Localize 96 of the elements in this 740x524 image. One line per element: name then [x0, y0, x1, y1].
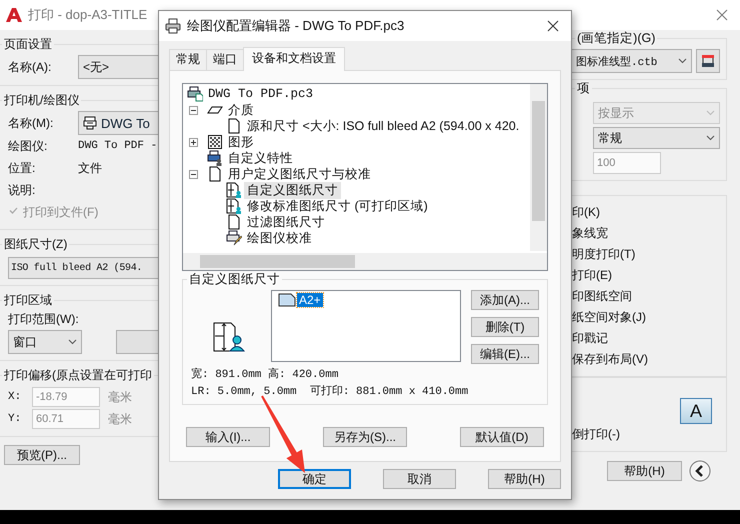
tree-item[interactable]: 源和尺寸 <大小: ISO full bleed A2 (594.00 x 420. — [244, 118, 522, 134]
tab[interactable]: 常规 — [169, 49, 207, 70]
app-logo-icon — [6, 7, 22, 23]
caret-icon — [678, 58, 687, 64]
paper-size-dropdown[interactable]: ISO full bleed A2 (594. — [8, 257, 158, 279]
field-label: X: — [8, 391, 22, 403]
dialog-button[interactable]: 确定 — [278, 469, 351, 489]
group-title: 项 — [576, 80, 591, 97]
option-label: 印戳记 — [572, 330, 609, 347]
quality-dropdown[interactable]: 常规 — [593, 127, 720, 149]
page-icon — [278, 293, 296, 307]
printer-dropdown[interactable]: DWG To — [78, 111, 158, 135]
dialog-title: 绘图仪配置编辑器 - DWG To PDF.pc3 — [187, 17, 404, 35]
group-title: (画笔指定)(G) — [576, 30, 656, 47]
checkbox-label: 打印到文件(F) — [23, 204, 98, 220]
field-label: 名称(M): — [8, 114, 54, 132]
expand-toggle[interactable] — [189, 138, 198, 146]
tree-item[interactable]: 自定义图纸尺寸 — [244, 182, 341, 198]
portrait-page-icon: A — [680, 398, 712, 424]
option-label: 明度打印(T) — [572, 246, 636, 263]
preview-button[interactable]: 预览(P)... — [4, 445, 80, 465]
printer-name: DWG To — [101, 116, 150, 130]
printer-icon — [207, 150, 223, 166]
field-label: 说明: — [8, 182, 36, 198]
tab[interactable]: 设备和文档设置 — [243, 47, 345, 71]
close-icon[interactable] — [547, 20, 559, 32]
page-icon — [207, 166, 223, 182]
field-label: 位置: — [8, 160, 36, 176]
group-title: 打印偏移(原点设置在可打印 — [3, 367, 153, 384]
vertical-scrollbar[interactable] — [530, 84, 547, 251]
dropdown-value: 窗口 — [13, 334, 37, 350]
printer-pencil-icon — [226, 230, 242, 246]
paper-dimensions: 宽: 891.0mm 高: 420.0mm — [191, 366, 340, 381]
printer-icon — [165, 18, 181, 34]
page-icon — [226, 118, 242, 134]
tree-item[interactable]: 修改标准图纸尺寸 (可打印区域) — [244, 198, 431, 214]
collapse-toggle[interactable] — [189, 170, 198, 178]
list-item[interactable]: A2+ — [297, 293, 323, 307]
plot-area-dropdown[interactable]: 窗口 — [8, 330, 82, 354]
group-title: 打印区域 — [3, 292, 53, 309]
printer-icon — [187, 86, 203, 102]
caret-icon — [68, 339, 77, 345]
window-title: 打印 - dop-A3-TITLE — [28, 6, 148, 24]
action-button[interactable]: 删除(T) — [471, 317, 539, 337]
printer-icon — [83, 116, 97, 130]
tree-item[interactable]: DWG To PDF.pc3 — [205, 87, 316, 101]
edit-plot-style-button[interactable] — [696, 49, 720, 73]
collapse-toggle[interactable] — [189, 106, 198, 114]
file-button[interactable]: 另存为(S)... — [323, 427, 407, 447]
field-label: Y: — [8, 413, 22, 425]
option-label: 纸空间对象(J) — [572, 309, 647, 326]
option-label: 打印(E) — [572, 267, 613, 284]
page-size-icon — [213, 322, 245, 352]
option-label: 象线宽 — [572, 225, 609, 242]
plot-style-dropdown[interactable]: 图标准线型.ctb — [572, 49, 692, 73]
dropdown-value: 按显示 — [598, 104, 634, 122]
help-button[interactable]: 帮助(H) — [607, 461, 682, 481]
checkerboard-icon — [207, 134, 223, 150]
group-title: 图纸尺寸(Z) — [3, 236, 68, 253]
page-setup-dropdown[interactable]: <无> — [78, 55, 158, 79]
tree-item[interactable]: 用户定义图纸尺寸与校准 — [225, 166, 374, 182]
unit-label: 毫米 — [108, 388, 132, 406]
dropdown-value: 图标准线型.ctb — [576, 55, 658, 68]
option-label: 印(K) — [572, 204, 601, 221]
horizontal-scrollbar[interactable] — [183, 253, 547, 270]
dialog-button[interactable]: 帮助(H) — [488, 469, 561, 489]
page-size-icon — [226, 182, 242, 198]
page-size-icon — [226, 198, 242, 214]
printable-area: LR: 5.0mm, 5.0mm 可打印: 881.0mm x 410.0mm — [191, 383, 541, 398]
dropdown-value: 常规 — [598, 130, 622, 146]
file-button[interactable]: 输入(I)... — [186, 427, 270, 447]
location-value: 文件 — [78, 160, 102, 176]
tree-item[interactable]: 介质 — [225, 102, 257, 118]
tree-item[interactable]: 图形 — [225, 134, 257, 150]
option-label: 印图纸空间 — [572, 288, 633, 305]
group-title: 自定义图纸尺寸 — [188, 271, 281, 288]
field-label: 名称(A): — [8, 58, 52, 76]
dialog-button[interactable]: 取消 — [383, 469, 456, 489]
action-button[interactable]: 编辑(E)... — [471, 344, 539, 364]
option-label: 保存到布局(V) — [572, 351, 649, 368]
tree-item[interactable]: 过滤图纸尺寸 — [244, 214, 328, 230]
field-label: 绘图仪: — [8, 138, 48, 154]
unit-label: 毫米 — [108, 410, 132, 428]
caret-icon — [706, 135, 715, 141]
group-title: 打印机/绘图仪 — [3, 92, 80, 109]
option-label: 倒打印(-) — [572, 426, 621, 443]
page-icon — [226, 214, 242, 230]
group-title: 页面设置 — [3, 36, 53, 53]
action-button[interactable]: 添加(A)... — [471, 290, 539, 310]
caret-icon — [706, 110, 715, 116]
file-button[interactable]: 默认值(D) — [460, 427, 544, 447]
tree-item[interactable]: 绘图仪校准 — [244, 230, 315, 246]
plotter-value: DWG To PDF - — [78, 140, 158, 152]
field-label: 打印范围(W): — [8, 311, 80, 328]
tree-item[interactable]: 自定义特性 — [225, 150, 296, 166]
plotter-icon — [701, 54, 715, 68]
